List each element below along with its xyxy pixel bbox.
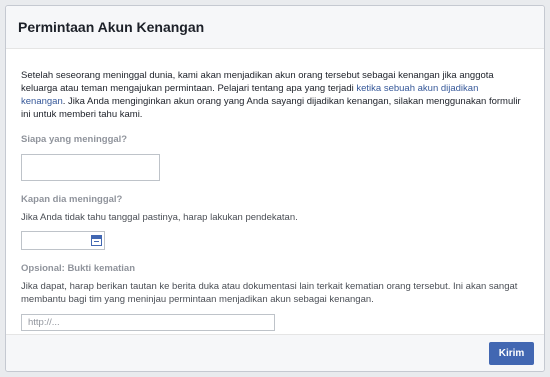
calendar-icon[interactable]	[91, 235, 102, 246]
dialog-header: Permintaan Akun Kenangan	[6, 6, 544, 49]
dialog-title: Permintaan Akun Kenangan	[18, 19, 205, 35]
who-label: Siapa yang meninggal?	[21, 134, 128, 145]
dialog-footer: Kirim	[6, 334, 544, 371]
proof-link-input[interactable]	[21, 314, 275, 331]
dialog-content: Setelah seseorang meninggal dunia, kami …	[6, 49, 544, 331]
when-help-text: Jika Anda tidak tahu tanggal pastinya, h…	[21, 212, 298, 223]
when-label: Kapan dia meninggal?	[21, 194, 123, 205]
date-field	[21, 231, 105, 250]
proof-help-text: Jika dapat, harap berikan tautan ke beri…	[21, 281, 518, 305]
intro-text: Setelah seseorang meninggal dunia, kami …	[21, 69, 521, 121]
submit-button[interactable]: Kirim	[489, 342, 534, 365]
proof-label: Opsional: Bukti kematian	[21, 263, 136, 274]
intro-text-after: . Jika Anda menginginkan akun orang yang…	[21, 96, 521, 120]
deceased-name-input[interactable]	[21, 154, 160, 181]
memorial-request-dialog: Permintaan Akun Kenangan Setelah seseora…	[5, 5, 545, 372]
